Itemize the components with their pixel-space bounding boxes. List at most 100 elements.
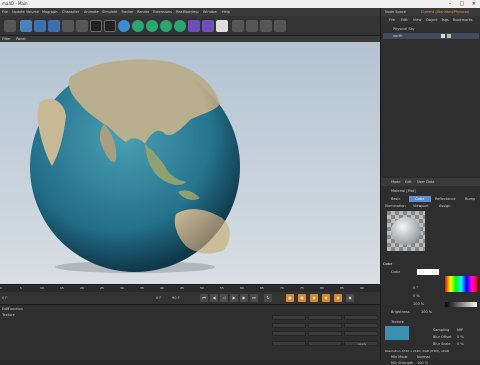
nurbs-icon[interactable] [146,20,158,32]
color-swatch[interactable] [417,269,439,275]
close-button[interactable]: × [468,0,480,8]
menu-volume[interactable]: Volume [26,10,39,14]
am-mode-menu[interactable]: Mode [391,180,401,184]
hue-value[interactable]: 0 ° [413,286,418,290]
render-picture-icon[interactable] [104,20,116,32]
viewport-filter-menu[interactable]: Filter [2,37,11,41]
scene-icon[interactable] [188,20,200,32]
minimize-button[interactable]: – [444,0,456,8]
tab-illumination[interactable]: Illumination [385,204,406,208]
bottom-tab-texture[interactable]: Texture [2,313,15,317]
play-backward-button[interactable]: ◁ [220,294,228,302]
goto-start-button[interactable]: ⏮ [200,294,208,302]
y-axis-icon[interactable] [76,20,88,32]
current-frame[interactable]: 0 F [2,296,7,300]
menu-help[interactable]: Help [222,10,230,14]
array-icon[interactable] [160,20,172,32]
spline-icon[interactable] [132,20,144,32]
color-picker-spectrum[interactable] [445,276,477,292]
move-icon[interactable] [20,20,32,32]
material-tag-icon[interactable] [441,34,445,38]
node-space-label[interactable]: Node Space [385,10,406,14]
menu-window[interactable]: Window [203,10,217,14]
menu-character[interactable]: Character [62,10,79,14]
tool4-icon[interactable] [274,20,286,32]
tool-icon[interactable] [232,20,244,32]
size-field-y[interactable] [308,323,342,328]
deformer-icon[interactable] [174,20,186,32]
goto-end-button[interactable]: ⏭ [250,294,258,302]
camera-icon[interactable] [202,20,214,32]
menu-realflow[interactable]: Realflow/Imp [176,10,199,14]
menu-mograph[interactable]: Mograph [42,10,57,14]
tab-viewport[interactable]: Viewport [413,204,428,208]
brightness-value[interactable]: 100 % [421,310,432,314]
menu-extensions[interactable]: Extensions [153,10,172,14]
rot-field-h[interactable] [344,315,378,320]
tab-color[interactable]: Color [415,197,424,201]
am-edit-menu[interactable]: Edit [405,180,412,184]
tab-assign[interactable]: Assign [439,204,450,208]
om-tab-bookmarks[interactable]: Bookmarks [453,18,473,22]
loop-button[interactable]: ↻ [264,294,272,302]
object-row[interactable]: earth [383,33,479,39]
current-layout-label[interactable]: Current (Standard/Physical) [421,10,469,14]
sampling-value[interactable]: MIP [457,328,463,332]
coord-field-x[interactable] [272,315,306,320]
material-preview[interactable] [387,211,425,251]
render-view-icon[interactable] [90,20,102,32]
tool3-icon[interactable] [260,20,272,32]
om-tab-object[interactable]: Object [426,18,437,22]
keyframe-param-button[interactable]: ◆ [346,294,354,302]
menu-update[interactable]: Update [12,10,25,14]
light-icon[interactable] [216,20,228,32]
coord-mode-select[interactable] [272,341,306,346]
record-button[interactable]: ● [286,294,294,302]
om-tab-tags[interactable]: Tags [441,18,449,22]
menu-animate[interactable]: Animate [84,10,99,14]
keyframe-scale-button[interactable]: ◆ [334,294,342,302]
mix-strength-value[interactable]: 100 % [417,361,428,365]
menu-tracker[interactable]: Tracker [121,10,134,14]
menu-simulate[interactable]: Simulate [102,10,117,14]
apply-button[interactable]: Apply [344,341,378,346]
autokey-button[interactable]: ● [298,294,306,302]
keyframe-rotation-button[interactable]: ◆ [322,294,330,302]
rotate-icon[interactable] [48,20,60,32]
rot-field-b[interactable] [344,331,378,336]
size-field-z[interactable] [308,331,342,336]
cube-icon[interactable] [118,20,130,32]
play-button[interactable]: ▶ [230,294,238,302]
value-value[interactable]: 100 % [413,302,424,306]
viewport-panel-menu[interactable]: Panel [16,37,25,41]
blur-offset-value[interactable]: 0 % [457,335,464,339]
texture-tag-icon[interactable] [447,34,451,38]
size-field-x[interactable] [308,315,342,320]
prev-key-button[interactable]: ◀ [210,294,218,302]
undo-icon[interactable] [4,20,16,32]
scale-icon[interactable] [34,20,46,32]
tool2-icon[interactable] [246,20,258,32]
menu-render[interactable]: Render [137,10,149,14]
am-userdata-menu[interactable]: User Data [417,180,434,184]
tab-basic[interactable]: Basic [391,197,400,201]
saturation-value[interactable]: 0 % [413,294,420,298]
bottom-tab-function[interactable]: Function [8,307,23,311]
rot-field-p[interactable] [344,323,378,328]
om-tab-file[interactable]: File [389,18,395,22]
keyframe-position-button[interactable]: ◆ [310,294,318,302]
om-tab-view[interactable]: View [413,18,421,22]
maximize-button[interactable]: □ [456,0,468,8]
x-axis-icon[interactable] [62,20,74,32]
size-mode-select[interactable] [308,341,342,346]
value-slider[interactable] [445,302,477,307]
tab-reflectance[interactable]: Reflectance [435,197,456,201]
mix-mode-value[interactable]: Normal [417,355,430,359]
texture-preview[interactable] [385,326,409,340]
next-key-button[interactable]: ▶ [240,294,248,302]
menu-file[interactable]: File [2,10,8,14]
coord-field-y[interactable] [272,323,306,328]
end-frame[interactable]: 90 F [172,296,180,300]
object-row[interactable]: Physical Sky [383,26,479,32]
start-frame[interactable]: 0 F [156,296,161,300]
